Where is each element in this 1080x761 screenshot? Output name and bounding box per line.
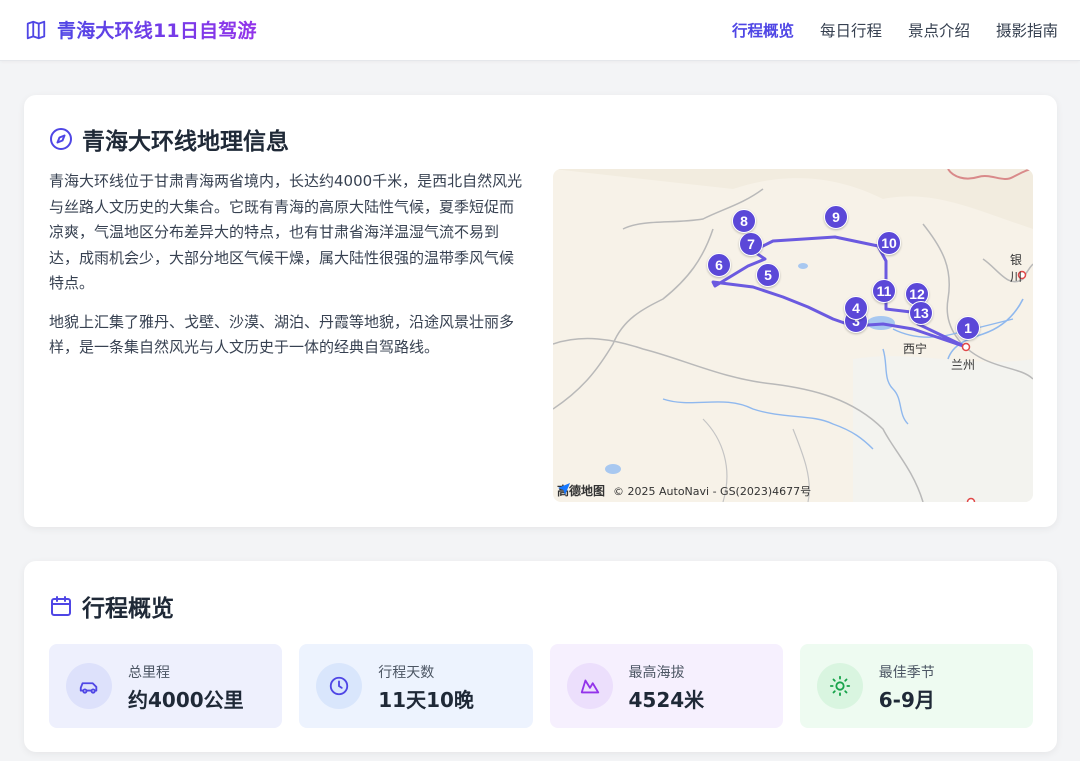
stat-altitude: 最高海拔 4524米 (549, 644, 783, 728)
geo-info-card: 青海大环线地理信息 青海大环线位于甘肃青海两省境内，长达约4000千米，是西北自… (24, 95, 1057, 527)
route-marker-7[interactable]: 7 (739, 232, 763, 256)
brand[interactable]: 青海大环线11日自驾游 (25, 16, 257, 43)
stat-distance-value: 约4000公里 (128, 688, 244, 712)
route-marker-6[interactable]: 6 (707, 253, 731, 277)
stat-distance: 总里程 约4000公里 (49, 644, 283, 728)
navigation-arrow-icon (558, 483, 570, 495)
map-icon (26, 20, 46, 39)
map-copyright: © 2025 AutoNavi - GS(2023)4677号 (613, 484, 812, 498)
geo-description: 青海大环线位于甘肃青海两省境内，长达约4000千米，是西北自然风光与丝路人文历史… (49, 169, 527, 361)
overview-card: 行程概览 总里程 约4000公里 行程天数 11天10晚 最高海拔 4524米 … (24, 561, 1057, 752)
nav-link-overview[interactable]: 行程概览 (732, 19, 794, 41)
nav-links: 行程概览 每日行程 景点介绍 摄影指南 (732, 19, 1058, 41)
stat-distance-label: 总里程 (128, 665, 170, 681)
route-marker-13[interactable]: 13 (909, 301, 933, 325)
geo-paragraph-2: 地貌上汇集了雅丹、戈壁、沙漠、湖泊、丹霞等地貌，沿途风景壮丽多样，是一条集自然风… (49, 312, 515, 357)
city-label-xining: 西宁 (903, 342, 928, 356)
geo-section-header: 青海大环线地理信息 (49, 122, 289, 156)
stat-season-label: 最佳季节 (878, 665, 935, 681)
stats-row: 总里程 约4000公里 行程天数 11天10晚 最高海拔 4524米 最佳季节 … (49, 644, 1033, 728)
stat-days: 行程天数 11天10晚 (299, 644, 533, 728)
nav-link-daily[interactable]: 每日行程 (820, 19, 882, 41)
mountain-icon (580, 679, 599, 694)
site-title: 青海大环线11日自驾游 (57, 16, 257, 43)
top-navbar: 青海大环线11日自驾游 行程概览 每日行程 景点介绍 摄影指南 (0, 0, 1080, 61)
map-credit: 高德地图 © 2025 AutoNavi - GS(2023)4677号 (557, 482, 811, 499)
overview-section-title: 行程概览 (82, 596, 174, 622)
route-map[interactable]: 西宁 兰州 银川 1 3 4 5 6 7 8 9 10 11 12 13 高德地图 © 2025 Au… (553, 169, 1033, 502)
overview-section-header: 行程概览 (49, 589, 174, 623)
route-marker-4[interactable]: 4 (844, 296, 868, 320)
sun-icon (829, 675, 850, 697)
stat-season: 最佳季节 6-9月 (799, 644, 1033, 728)
nav-link-sights[interactable]: 景点介绍 (908, 19, 970, 41)
route-marker-5[interactable]: 5 (756, 263, 780, 287)
calendar-icon (51, 596, 71, 616)
stat-altitude-label: 最高海拔 (628, 665, 685, 681)
geo-section-title: 青海大环线地理信息 (82, 129, 289, 155)
city-label-yinchuan: 银川 (1010, 253, 1023, 284)
route-marker-10[interactable]: 10 (877, 231, 901, 255)
map-provider-logo: 高德地图 (557, 482, 605, 499)
nav-link-photo[interactable]: 摄影指南 (996, 19, 1058, 41)
clock-icon (330, 676, 349, 696)
stat-altitude-value: 4524米 (628, 688, 705, 712)
stat-days-label: 行程天数 (378, 665, 435, 681)
stat-days-value: 11天10晚 (378, 688, 474, 712)
route-marker-1[interactable]: 1 (956, 316, 980, 340)
route-marker-9[interactable]: 9 (824, 205, 848, 229)
route-marker-11[interactable]: 11 (872, 279, 896, 303)
geo-paragraph-1: 青海大环线位于甘肃青海两省境内，长达约4000千米，是西北自然风光与丝路人文历史… (49, 172, 523, 292)
car-icon (79, 682, 98, 694)
stat-season-value: 6-9月 (878, 688, 935, 712)
compass-icon (50, 128, 72, 150)
route-marker-8[interactable]: 8 (732, 209, 756, 233)
city-label-lanzhou: 兰州 (951, 358, 976, 372)
